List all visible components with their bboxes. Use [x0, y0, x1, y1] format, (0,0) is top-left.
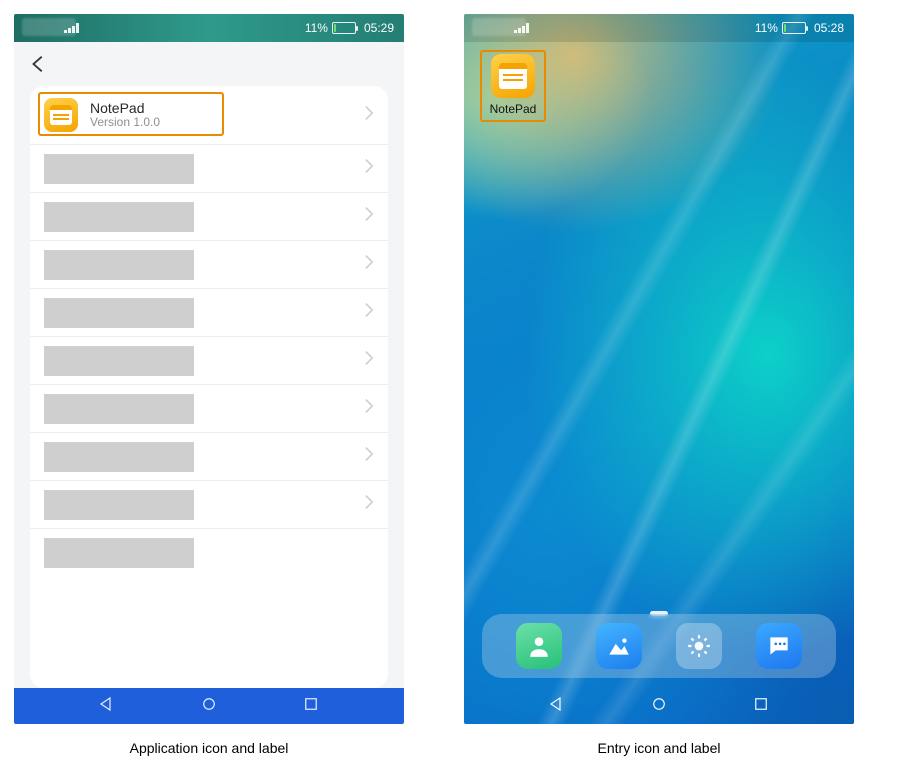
app-row-placeholder[interactable]: [30, 145, 388, 193]
settings-icon[interactable]: [676, 623, 722, 669]
chevron-right-icon: [364, 494, 374, 515]
home-app-notepad[interactable]: NotePad: [484, 54, 542, 116]
messages-icon[interactable]: [756, 623, 802, 669]
back-icon[interactable]: [28, 53, 50, 75]
apps-card: NotePad Version 1.0.0: [30, 86, 388, 688]
nav-back-icon[interactable]: [98, 695, 116, 718]
android-nav-bar: [464, 688, 854, 724]
header-row: [14, 42, 404, 86]
battery-text: 11%: [755, 21, 778, 35]
app-row-placeholder[interactable]: [30, 241, 388, 289]
settings-body: NotePad Version 1.0.0: [14, 42, 404, 688]
app-name-label: NotePad: [90, 100, 160, 116]
app-row-placeholder[interactable]: [30, 193, 388, 241]
app-version-label: Version 1.0.0: [90, 116, 160, 130]
app-row-placeholder[interactable]: [30, 289, 388, 337]
app-row-placeholder[interactable]: [30, 337, 388, 385]
chevron-right-icon: [364, 398, 374, 419]
notepad-icon: [44, 98, 78, 132]
chevron-right-icon: [364, 446, 374, 467]
placeholder-block: [44, 298, 194, 328]
placeholder-block: [44, 250, 194, 280]
app-row-placeholder[interactable]: [30, 529, 388, 577]
contacts-icon[interactable]: [516, 623, 562, 669]
nav-back-icon[interactable]: [548, 695, 566, 718]
app-row-placeholder[interactable]: [30, 481, 388, 529]
dock: [482, 614, 836, 678]
status-bar: 11% 05:29: [14, 14, 404, 42]
chevron-right-icon: [364, 302, 374, 323]
status-bar: 11% 05:28: [464, 14, 854, 42]
placeholder-block: [44, 538, 194, 568]
status-time: 05:28: [814, 21, 844, 35]
notepad-icon: [491, 54, 535, 98]
placeholder-block: [44, 346, 194, 376]
nav-recent-icon[interactable]: [752, 695, 770, 718]
settings-phone: 11% 05:29 NotePad: [14, 14, 404, 724]
home-phone: 11% 05:28 NotePad: [464, 14, 854, 724]
battery-text: 11%: [305, 21, 328, 35]
placeholder-block: [44, 442, 194, 472]
battery-indicator: 11%: [305, 21, 356, 35]
placeholder-block: [44, 394, 194, 424]
chevron-right-icon: [364, 254, 374, 275]
chevron-right-icon: [364, 350, 374, 371]
nav-home-icon[interactable]: [650, 695, 668, 718]
app-row-placeholder[interactable]: [30, 385, 388, 433]
chevron-right-icon: [364, 206, 374, 227]
app-row-placeholder[interactable]: [30, 433, 388, 481]
status-time: 05:29: [364, 21, 394, 35]
battery-indicator: 11%: [755, 21, 806, 35]
gallery-icon[interactable]: [596, 623, 642, 669]
status-blur: [22, 18, 76, 36]
placeholder-block: [44, 202, 194, 232]
nav-home-icon[interactable]: [200, 695, 218, 718]
home-app-label: NotePad: [490, 102, 537, 116]
app-row-notepad[interactable]: NotePad Version 1.0.0: [30, 86, 388, 145]
status-blur: [472, 18, 526, 36]
nav-recent-icon[interactable]: [302, 695, 320, 718]
chevron-right-icon: [364, 105, 374, 126]
left-caption: Application icon and label: [130, 740, 289, 756]
placeholder-block: [44, 490, 194, 520]
placeholder-block: [44, 154, 194, 184]
right-caption: Entry icon and label: [598, 740, 721, 756]
android-nav-bar: [14, 688, 404, 724]
chevron-right-icon: [364, 158, 374, 179]
